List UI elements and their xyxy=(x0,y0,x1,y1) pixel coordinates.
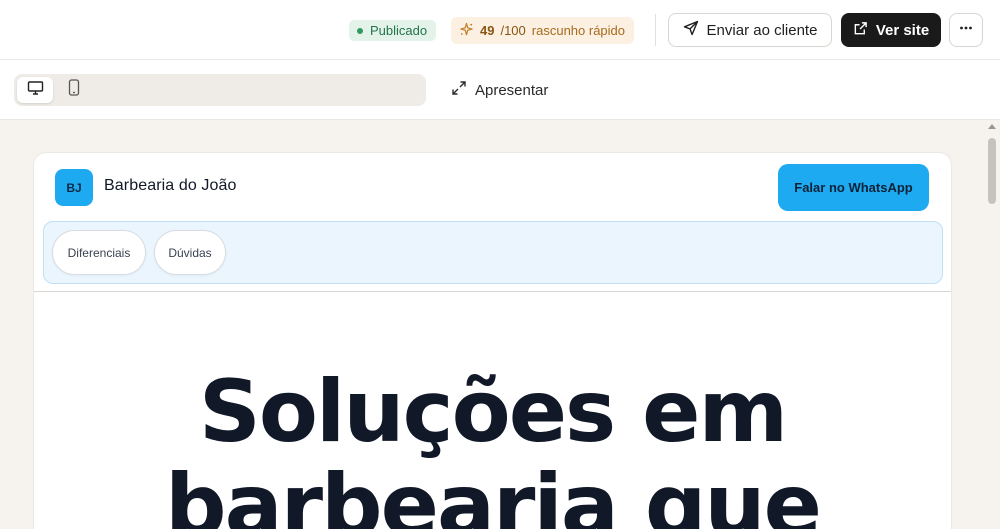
view-site-button[interactable]: Ver site xyxy=(841,13,941,47)
score-badge[interactable]: 49 /100 rascunho rápido xyxy=(451,17,635,44)
preview-toolbar: Apresentar xyxy=(0,60,1000,120)
status-badge-label: Publicado xyxy=(370,23,428,38)
scrollbar-thumb[interactable] xyxy=(988,138,996,204)
desktop-icon xyxy=(27,80,44,101)
divider xyxy=(655,14,656,46)
present-button[interactable]: Apresentar xyxy=(451,80,548,100)
send-to-client-button[interactable]: Enviar ao cliente xyxy=(668,13,832,47)
hero-heading-line: Soluções em xyxy=(198,362,788,462)
send-to-client-label: Enviar ao cliente xyxy=(706,21,818,39)
site-nav: Diferenciais Dúvidas xyxy=(43,221,943,284)
mobile-view-button[interactable] xyxy=(56,77,92,103)
more-icon xyxy=(958,20,974,40)
divider xyxy=(34,291,951,292)
mobile-icon xyxy=(68,79,80,101)
send-icon xyxy=(683,20,699,40)
sparkle-icon xyxy=(459,22,474,40)
site-logo[interactable]: BJ xyxy=(55,169,93,206)
site-header: BJ Barbearia do João Falar no WhatsApp xyxy=(34,153,951,221)
top-bar: Publicado 49 /100 rascunho rápido Enviar… xyxy=(0,0,1000,60)
scroll-up-arrow[interactable] xyxy=(988,124,996,129)
score-value: 49 xyxy=(480,23,495,38)
desktop-view-button[interactable] xyxy=(17,77,53,103)
status-dot xyxy=(357,27,363,34)
view-site-label: Ver site xyxy=(875,21,930,39)
device-toggle xyxy=(14,74,426,106)
site-preview: BJ Barbearia do João Falar no WhatsApp D… xyxy=(34,153,951,529)
present-label: Apresentar xyxy=(475,81,549,99)
more-options-button[interactable] xyxy=(949,13,983,47)
hero-heading-line: barbearia que xyxy=(165,456,822,529)
external-link-icon xyxy=(853,21,868,40)
nav-item-diferenciais[interactable]: Diferenciais xyxy=(52,230,146,275)
hero-heading: Soluções em barbearia que xyxy=(34,365,951,529)
expand-icon xyxy=(451,80,467,100)
score-label: rascunho rápido xyxy=(531,23,626,38)
whatsapp-cta-button[interactable]: Falar no WhatsApp xyxy=(778,164,929,211)
score-max: /100 xyxy=(500,23,526,38)
status-badge: Publicado xyxy=(349,20,437,41)
nav-item-duvidas[interactable]: Dúvidas xyxy=(154,230,226,275)
site-brand-name[interactable]: Barbearia do João xyxy=(104,177,236,195)
